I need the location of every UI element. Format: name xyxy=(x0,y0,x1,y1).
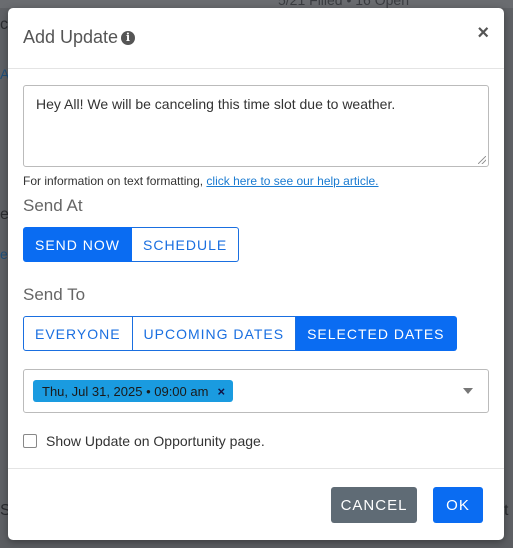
help-text: For information on text formatting, xyxy=(23,174,207,188)
close-button[interactable]: × xyxy=(477,23,489,43)
background-page-strip xyxy=(0,0,513,8)
send-to-group: EVERYONE UPCOMING DATES SELECTED DATES xyxy=(23,316,457,351)
upcoming-dates-button[interactable]: UPCOMING DATES xyxy=(132,316,297,351)
background-fragment: t xyxy=(504,502,509,519)
add-update-dialog: Add Update i × Hey All! We will be cance… xyxy=(8,8,504,540)
everyone-button[interactable]: EVERYONE xyxy=(23,316,133,351)
selected-dates-button[interactable]: SELECTED DATES xyxy=(296,316,457,351)
send-at-label: Send At xyxy=(23,196,83,215)
dialog-footer-divider xyxy=(8,468,504,469)
selected-dates-select[interactable]: Thu, Jul 31, 2025 • 09:00 am × xyxy=(23,369,489,413)
resize-handle[interactable] xyxy=(478,156,486,164)
message-text: Hey All! We will be canceling this time … xyxy=(36,96,396,112)
show-on-opportunity-row: Show Update on Opportunity page. xyxy=(23,433,265,449)
dialog-title: Add Update xyxy=(23,27,119,47)
remove-date-icon[interactable]: × xyxy=(217,384,225,399)
schedule-button[interactable]: SCHEDULE xyxy=(132,227,240,262)
send-at-group: SEND NOW SCHEDULE xyxy=(23,227,240,262)
formatting-help: For information on text formatting, clic… xyxy=(23,174,379,188)
dialog-header: Add Update i × xyxy=(8,8,504,69)
show-on-opportunity-checkbox[interactable] xyxy=(23,434,37,448)
date-chip-label: Thu, Jul 31, 2025 • 09:00 am xyxy=(42,383,209,399)
send-now-button[interactable]: SEND NOW xyxy=(23,227,132,262)
show-on-opportunity-label[interactable]: Show Update on Opportunity page. xyxy=(46,433,265,449)
dropdown-caret-icon[interactable] xyxy=(463,388,473,394)
info-icon[interactable]: i xyxy=(121,31,135,45)
date-chip: Thu, Jul 31, 2025 • 09:00 am × xyxy=(33,380,234,402)
background-fill-status: 5/21 Filled • 16 Open xyxy=(278,0,409,8)
message-textarea[interactable]: Hey All! We will be canceling this time … xyxy=(23,85,489,167)
background-page-strip xyxy=(0,540,513,548)
background-fragment: c xyxy=(0,16,8,33)
ok-button[interactable]: OK xyxy=(433,487,483,523)
help-article-link[interactable]: click here to see our help article. xyxy=(206,174,378,188)
cancel-button[interactable]: CANCEL xyxy=(331,487,417,523)
send-to-label: Send To xyxy=(23,285,86,304)
background-fragment: e xyxy=(0,246,8,262)
